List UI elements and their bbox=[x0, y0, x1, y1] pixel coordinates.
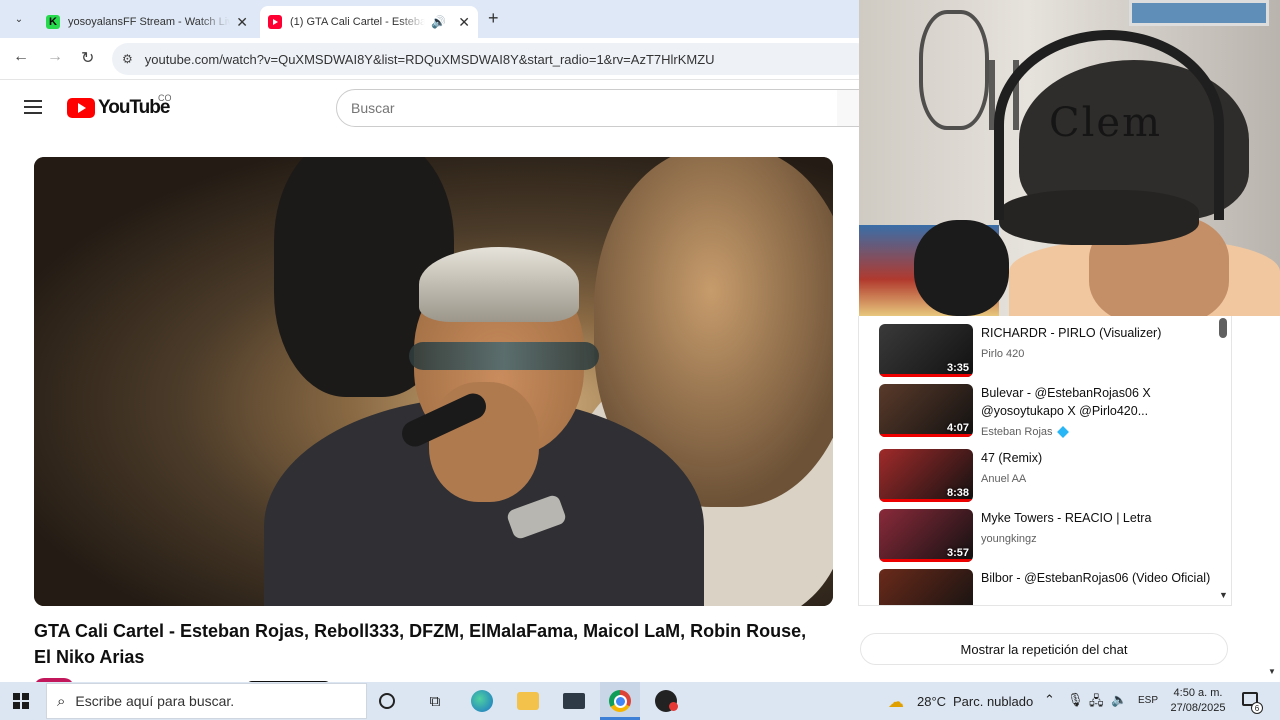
recommendation-title[interactable]: Bilbor - @EstebanRojas06 (Video Oficial) bbox=[981, 569, 1211, 587]
recommendations-list[interactable]: 3:35 RICHARDR - PIRLO (Visualizer) Pirlo 4… bbox=[858, 316, 1232, 606]
youtube-play-icon bbox=[67, 98, 95, 118]
tab-kick-stream[interactable]: K yosoyalansFF Stream - Watch Live on Ki… bbox=[38, 6, 256, 38]
address-bar[interactable]: ⚙ youtube.com/watch?v=QuXMSDWAI8Y&list=R… bbox=[112, 43, 872, 75]
video-title: GTA Cali Cartel - Esteban Rojas, Reboll3… bbox=[34, 621, 807, 667]
clock[interactable]: 4:50 a. m. 27/08/2025 bbox=[1166, 686, 1230, 716]
time-text: 4:50 a. m. bbox=[1173, 687, 1223, 699]
recording-dot-icon bbox=[669, 702, 678, 711]
webcam-graffiti bbox=[919, 10, 989, 130]
notification-badge: 6 bbox=[1251, 702, 1263, 714]
video-duration: 3:35 bbox=[946, 362, 969, 374]
tab-strip: ⌄ K yosoyalansFF Stream - Watch Live on … bbox=[0, 0, 860, 38]
headset-icon bbox=[994, 30, 1224, 220]
tab-youtube-video[interactable]: (1) GTA Cali Cartel - Esteban Rojas 🔊 ✕ bbox=[260, 6, 478, 38]
youtube-logo[interactable]: YouTube bbox=[67, 97, 170, 119]
video-thumbnail[interactable]: 3:57 bbox=[879, 509, 973, 562]
date-text: 27/08/2025 bbox=[1170, 702, 1226, 714]
weather-condition[interactable]: Parc. nublado bbox=[953, 694, 1033, 709]
microphone-tray-icon[interactable]: 🎙 bbox=[1067, 692, 1084, 708]
page-scroll-down-icon[interactable]: ▼ bbox=[1268, 667, 1276, 676]
tab-title: yosoyalansFF Stream - Watch Live on Kick bbox=[68, 16, 231, 28]
screen: ⌄ K yosoyalansFF Stream - Watch Live on … bbox=[0, 0, 1280, 720]
video-thumbnail[interactable]: 4:07 bbox=[879, 384, 973, 437]
recommendation-item[interactable]: Bilbor - @EstebanRojas06 (Video Oficial) bbox=[879, 569, 1219, 605]
recommendation-title[interactable]: RICHARDR - PIRLO (Visualizer) bbox=[981, 324, 1211, 342]
video-thumbnail[interactable] bbox=[879, 569, 973, 605]
language-indicator[interactable]: ESP bbox=[1138, 695, 1158, 706]
search-placeholder: Escribe aquí para buscar. bbox=[75, 693, 235, 709]
task-view-icon[interactable]: ⧉ bbox=[424, 690, 446, 712]
search-icon: ⌕ bbox=[57, 692, 66, 710]
video-player[interactable] bbox=[34, 157, 833, 606]
recommendation-channel[interactable]: youngkingz bbox=[981, 533, 1037, 545]
mail-icon[interactable] bbox=[563, 693, 585, 709]
watch-progress-bar bbox=[879, 434, 973, 437]
country-code: CO bbox=[158, 93, 172, 103]
channel-name: Anuel AA bbox=[981, 473, 1027, 485]
recommendation-title[interactable]: Bulevar - @EstebanRojas06 X @yosoytukapo… bbox=[981, 384, 1211, 420]
webcam-poster bbox=[1129, 0, 1269, 26]
channel-name: Esteban Rojas bbox=[981, 426, 1053, 438]
youtube-icon bbox=[268, 15, 282, 29]
tab-title: (1) GTA Cali Cartel - Esteban Rojas bbox=[290, 16, 426, 28]
video-thumbnail[interactable]: 3:35 bbox=[879, 324, 973, 377]
recommendation-title[interactable]: Myke Towers - REACIO | Letra bbox=[981, 509, 1211, 527]
forward-button[interactable]: → bbox=[47, 48, 63, 66]
recommendation-item[interactable]: 3:57 Myke Towers - REACIO | Letra youngkin… bbox=[879, 509, 1219, 563]
volume-icon[interactable]: 🔈 bbox=[1111, 692, 1127, 708]
recommendation-channel[interactable]: Anuel AA bbox=[981, 473, 1026, 485]
kick-icon: K bbox=[46, 15, 60, 29]
windows-start-icon[interactable] bbox=[13, 693, 29, 709]
url-text[interactable]: youtube.com/watch?v=QuXMSDWAI8Y&list=RDQ… bbox=[145, 52, 715, 67]
watch-progress-bar bbox=[879, 374, 973, 377]
video-figure bbox=[419, 247, 579, 322]
scroll-down-icon[interactable]: ▼ bbox=[1219, 590, 1228, 600]
edge-icon[interactable] bbox=[471, 690, 493, 712]
youtube-header: YouTube CO Buscar bbox=[0, 81, 867, 137]
watch-progress-bar bbox=[879, 499, 973, 502]
taskbar-search-input[interactable]: ⌕ Escribe aquí para buscar. bbox=[46, 683, 367, 719]
microphone-icon bbox=[914, 220, 1009, 316]
recommendation-item[interactable]: 4:07 Bulevar - @EstebanRojas06 X @yosoytu… bbox=[879, 384, 1219, 439]
video-duration: 4:07 bbox=[946, 422, 969, 434]
new-tab-button[interactable]: + bbox=[488, 8, 499, 29]
chrome-icon[interactable] bbox=[609, 690, 631, 712]
speaker-icon[interactable]: 🔊 bbox=[431, 15, 446, 29]
video-duration: 3:57 bbox=[946, 547, 969, 559]
video-thumbnail[interactable]: 8:38 bbox=[879, 449, 973, 502]
recommendation-channel[interactable]: Pirlo 420 bbox=[981, 348, 1024, 360]
reload-button[interactable]: ↻ bbox=[81, 48, 94, 68]
back-button[interactable]: ← bbox=[13, 48, 29, 66]
tray-chevron-icon[interactable]: ⌃ bbox=[1044, 692, 1055, 708]
scrollbar-thumb[interactable] bbox=[1219, 318, 1227, 338]
video-duration: 8:38 bbox=[946, 487, 969, 499]
recommendation-channel[interactable]: Esteban Rojas bbox=[981, 426, 1069, 439]
watch-progress-bar bbox=[879, 559, 973, 562]
show-chat-replay-button[interactable]: Mostrar la repetición del chat bbox=[860, 633, 1228, 665]
site-info-icon[interactable]: ⚙ bbox=[122, 52, 133, 66]
recommendation-item[interactable]: 8:38 47 (Remix) Anuel AA bbox=[879, 449, 1219, 503]
browser-toolbar: ← → ↻ ⚙ youtube.com/watch?v=QuXMSDWAI8Y&… bbox=[0, 38, 872, 80]
file-explorer-icon[interactable] bbox=[517, 692, 539, 710]
temperature[interactable]: 28°C bbox=[917, 694, 946, 709]
recommendation-title[interactable]: 47 (Remix) bbox=[981, 449, 1211, 467]
video-figure bbox=[409, 342, 599, 370]
taskbar: ⌕ Escribe aquí para buscar. ⧉ bbox=[0, 682, 1280, 720]
menu-icon[interactable] bbox=[24, 100, 42, 114]
close-icon[interactable]: ✕ bbox=[236, 14, 248, 31]
weather-icon[interactable]: ☁ bbox=[888, 692, 904, 712]
channel-name: Pirlo 420 bbox=[981, 348, 1025, 360]
cortana-icon[interactable] bbox=[379, 693, 395, 709]
webcam-overlay: Clem bbox=[859, 0, 1280, 316]
channel-name: youngkingz bbox=[981, 533, 1037, 545]
network-icon[interactable]: 🖧 bbox=[1089, 692, 1104, 714]
close-icon[interactable]: ✕ bbox=[458, 14, 470, 31]
search-input[interactable]: Buscar bbox=[336, 89, 838, 127]
tab-search-button[interactable]: ⌄ bbox=[8, 8, 30, 30]
verified-icon bbox=[1056, 426, 1069, 439]
recommendation-item[interactable]: 3:35 RICHARDR - PIRLO (Visualizer) Pirlo 4… bbox=[879, 324, 1219, 378]
